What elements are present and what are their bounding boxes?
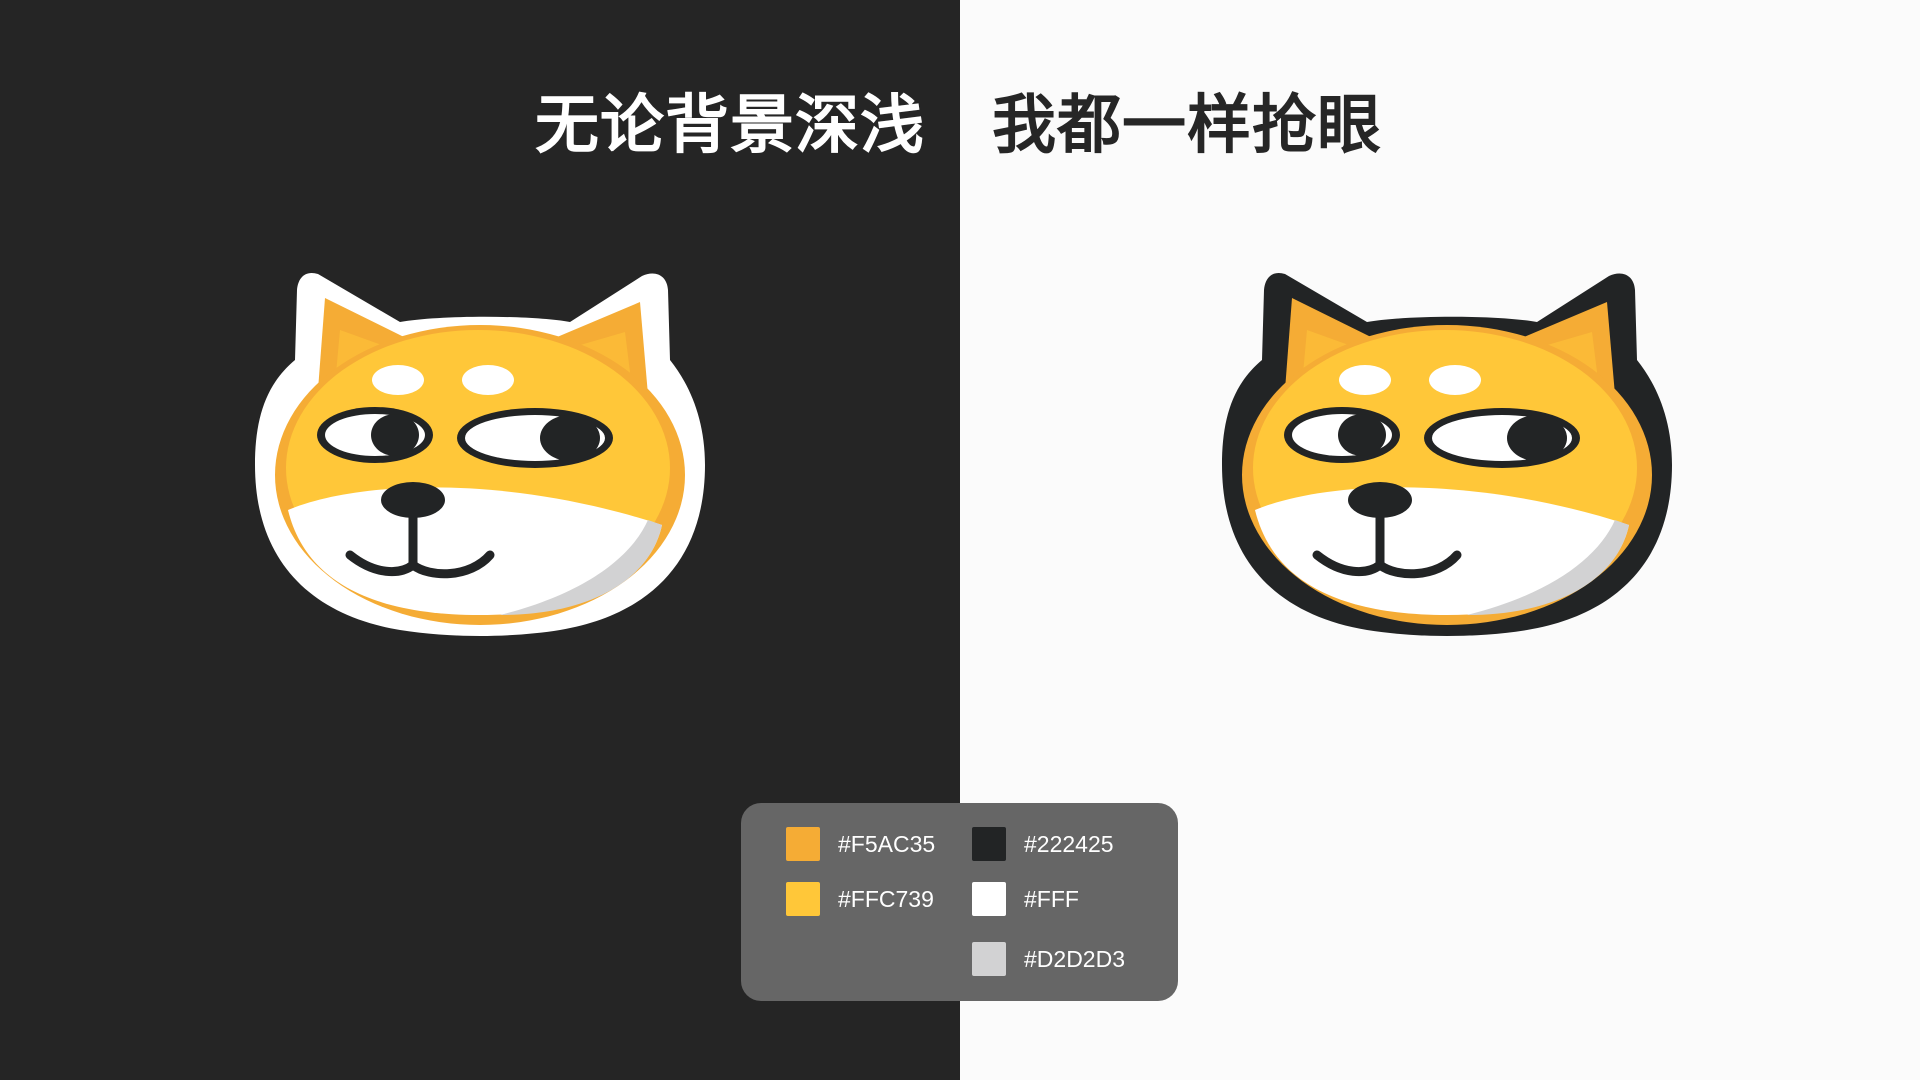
color-palette-card: #F5AC35 #222425 #FFC739 #FFF #D2D2D3 xyxy=(741,803,1178,1001)
color-hex-label: #F5AC35 xyxy=(838,830,936,857)
shiba-dog-face-icon xyxy=(255,272,705,636)
color-hex-label: #D2D2D3 xyxy=(1024,945,1125,972)
color-hex-label: #222425 xyxy=(1024,830,1114,857)
color-hex-label: #FFF xyxy=(1024,885,1079,912)
palette-entry: #D2D2D3 xyxy=(972,942,1125,976)
color-swatch xyxy=(972,942,1006,976)
palette-entry: #F5AC35 xyxy=(786,827,935,861)
shiba-dog-face-icon-dark-outline xyxy=(1222,272,1672,636)
color-swatch xyxy=(972,882,1006,916)
color-swatch xyxy=(786,882,820,916)
color-swatch xyxy=(786,827,820,861)
palette-entry: #FFC739 xyxy=(786,882,934,916)
headline-right: 我都一样抢眼 xyxy=(992,89,1382,163)
color-hex-label: #FFC739 xyxy=(838,885,934,912)
palette-entry: #222425 xyxy=(972,827,1114,861)
color-swatch xyxy=(972,827,1006,861)
palette-entry: #FFF xyxy=(972,882,1079,916)
headline-left: 无论背景深浅 xyxy=(535,89,925,163)
